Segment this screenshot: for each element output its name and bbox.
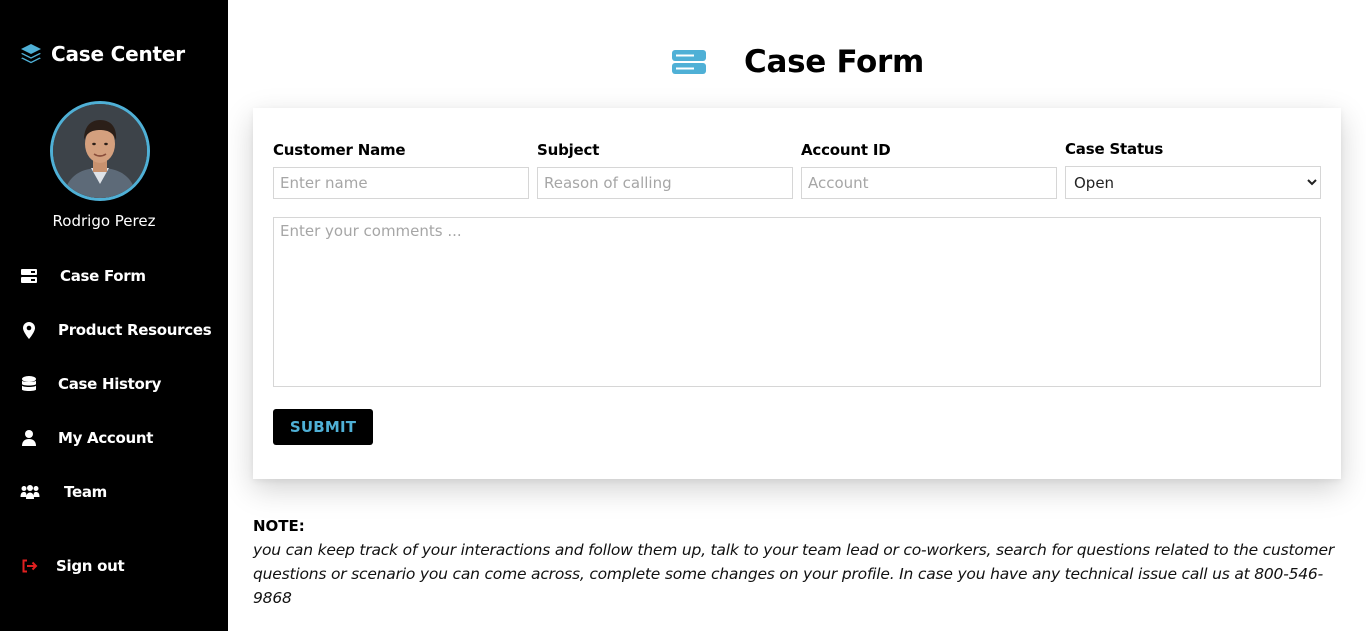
sidebar: Case Center Rodrigo Perez Case Form Prod… bbox=[0, 0, 228, 631]
note-body: you can keep track of your interactions … bbox=[253, 541, 1335, 607]
sidebar-item-label: My Account bbox=[58, 429, 154, 447]
sign-out-button[interactable]: Sign out bbox=[20, 554, 125, 578]
case-form-card: Customer Name Subject Account ID Case St… bbox=[253, 108, 1341, 479]
page-title: Case Form bbox=[744, 44, 925, 80]
sidebar-item-team[interactable]: Team bbox=[20, 480, 107, 504]
account-id-input[interactable] bbox=[801, 167, 1057, 199]
brand[interactable]: Case Center bbox=[20, 42, 185, 66]
submit-button[interactable]: SUBMIT bbox=[273, 409, 373, 445]
user-name: Rodrigo Perez bbox=[52, 212, 156, 230]
customer-name-label: Customer Name bbox=[273, 141, 406, 159]
note: NOTE: you can keep track of your interac… bbox=[253, 517, 1343, 610]
subject-label: Subject bbox=[537, 141, 600, 159]
server-icon bbox=[672, 48, 706, 76]
sidebar-item-case-form[interactable]: Case Form bbox=[20, 264, 146, 288]
brand-title: Case Center bbox=[51, 42, 185, 66]
note-heading: NOTE: bbox=[253, 517, 305, 535]
avatar[interactable] bbox=[50, 101, 150, 201]
server-icon bbox=[20, 267, 38, 285]
case-status-select[interactable]: Open bbox=[1065, 166, 1321, 199]
user-icon bbox=[20, 429, 38, 447]
subject-input[interactable] bbox=[537, 167, 793, 199]
users-icon bbox=[20, 483, 40, 501]
account-id-label: Account ID bbox=[801, 141, 891, 159]
sidebar-item-case-history[interactable]: Case History bbox=[20, 372, 161, 396]
map-pin-icon bbox=[20, 321, 38, 339]
customer-name-input[interactable] bbox=[273, 167, 529, 199]
page-header: Case Form bbox=[672, 44, 924, 80]
sidebar-item-label: Product Resources bbox=[58, 321, 212, 339]
sidebar-item-product-resources[interactable]: Product Resources bbox=[20, 318, 212, 342]
sign-out-label: Sign out bbox=[56, 557, 125, 575]
database-icon bbox=[20, 375, 38, 393]
sidebar-item-label: Case Form bbox=[60, 267, 146, 285]
sidebar-item-label: Case History bbox=[58, 375, 162, 393]
sign-out-icon bbox=[20, 557, 38, 575]
sidebar-item-label: Team bbox=[64, 483, 107, 501]
case-status-label: Case Status bbox=[1065, 140, 1164, 158]
comments-textarea[interactable] bbox=[273, 217, 1321, 387]
sidebar-item-my-account[interactable]: My Account bbox=[20, 426, 153, 450]
layers-icon bbox=[20, 43, 42, 65]
